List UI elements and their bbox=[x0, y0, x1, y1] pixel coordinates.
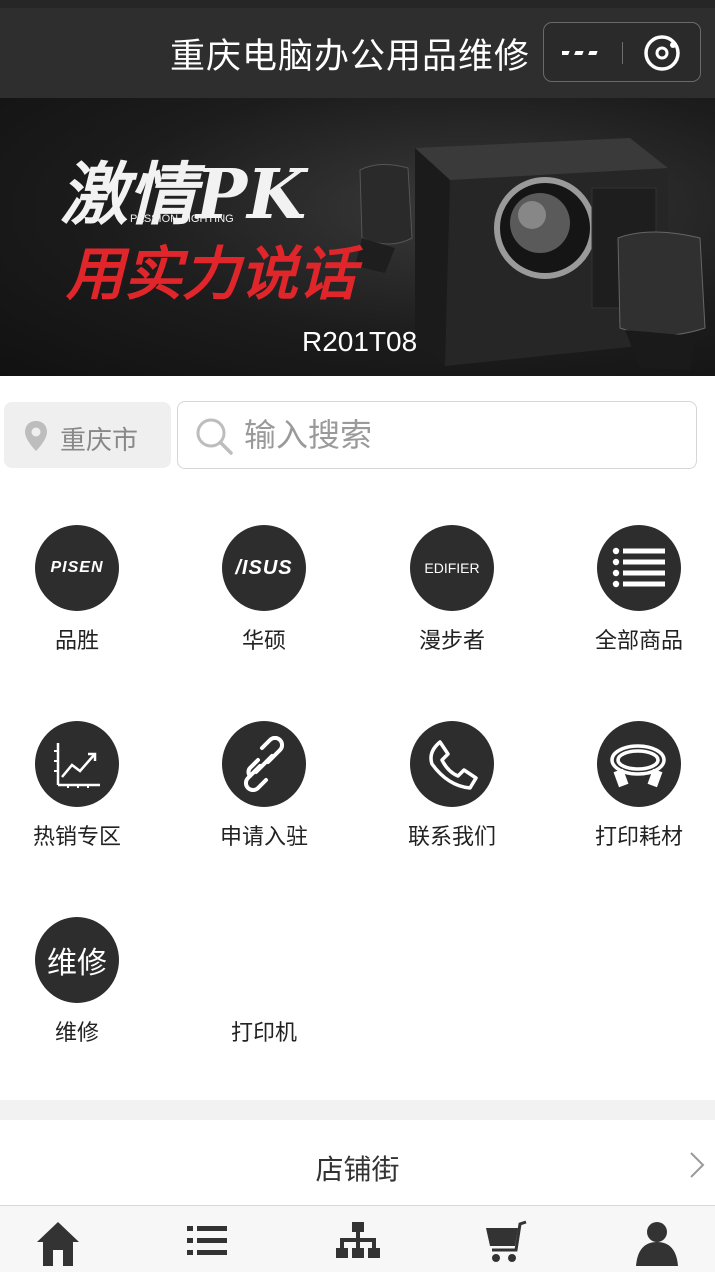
category-item-pisen[interactable]: PISEN 品胜 bbox=[0, 525, 167, 675]
cable-icon bbox=[597, 721, 681, 807]
cart-icon bbox=[485, 1220, 526, 1262]
asus-logo-icon: /ISUS bbox=[222, 525, 306, 611]
svg-text:用实力说话: 用实力说话 bbox=[65, 240, 364, 308]
tab-category[interactable] bbox=[286, 1206, 429, 1272]
tab-list[interactable] bbox=[135, 1206, 278, 1272]
promo-banner[interactable]: 激情PK PASSION FIGHTING 用实力说话 R201T08 bbox=[0, 98, 715, 376]
page-title: 重庆电脑办公用品维修 bbox=[169, 37, 530, 77]
category-label: 华硕 bbox=[241, 629, 286, 654]
svg-text:PASSION FIGHTING: PASSION FIGHTING bbox=[130, 213, 234, 225]
link-icon bbox=[222, 721, 306, 807]
category-label: 维修 bbox=[54, 1021, 99, 1046]
category-label: 申请入驻 bbox=[219, 825, 308, 850]
user-icon bbox=[635, 1222, 678, 1266]
search-icon bbox=[196, 418, 233, 455]
shop-street-title: 店铺街 bbox=[315, 1153, 400, 1186]
section-divider bbox=[0, 1100, 715, 1120]
list-icon bbox=[597, 525, 681, 611]
tab-profile[interactable] bbox=[585, 1206, 715, 1272]
category-item-print-supplies[interactable]: 打印耗材 bbox=[549, 721, 715, 871]
home-icon bbox=[36, 1222, 79, 1266]
status-strip bbox=[0, 0, 715, 8]
category-item-asus[interactable]: /ISUS 华硕 bbox=[174, 525, 354, 675]
list-icon bbox=[186, 1226, 227, 1255]
pisen-logo-icon: PISEN bbox=[35, 525, 119, 611]
location-pin-icon bbox=[25, 421, 47, 451]
category-label: 热销专区 bbox=[32, 825, 121, 850]
category-label: 品胜 bbox=[54, 629, 99, 654]
category-item-all-products[interactable]: 全部商品 bbox=[549, 525, 715, 675]
category-item-hot-sales[interactable]: 热销专区 bbox=[0, 721, 167, 871]
top-bar: 重庆电脑办公用品维修 bbox=[0, 0, 715, 98]
category-item-printer[interactable]: 打印机 bbox=[174, 917, 354, 1067]
category-label: 联系我们 bbox=[407, 825, 496, 850]
edifier-logo-icon: EDIFIER bbox=[410, 525, 494, 611]
chevron-right-icon bbox=[690, 1152, 705, 1178]
bottom-tab-bar bbox=[0, 1206, 715, 1272]
city-label: 重庆市 bbox=[60, 426, 139, 456]
shop-street-row[interactable]: 店铺街 bbox=[0, 1120, 715, 1206]
category-item-contact-us[interactable]: 联系我们 bbox=[362, 721, 542, 871]
close-icon[interactable] bbox=[642, 33, 682, 73]
more-icon[interactable] bbox=[562, 39, 610, 67]
category-item-repair[interactable]: 维修 维修 bbox=[0, 917, 167, 1067]
city-selector[interactable]: 重庆市 bbox=[4, 402, 171, 468]
category-label: 打印机 bbox=[230, 1021, 297, 1046]
category-label: 漫步者 bbox=[418, 629, 485, 654]
tab-home[interactable] bbox=[0, 1206, 129, 1272]
banner-model-text: R201T08 bbox=[302, 326, 418, 357]
search-bar[interactable] bbox=[177, 401, 697, 469]
miniprogram-capsule bbox=[543, 22, 701, 82]
trend-chart-icon bbox=[35, 721, 119, 807]
category-tree-icon bbox=[335, 1222, 380, 1258]
phone-icon bbox=[410, 721, 494, 807]
category-item-apply-join[interactable]: 申请入驻 bbox=[174, 721, 354, 871]
category-label: 全部商品 bbox=[594, 629, 683, 654]
category-label: 打印耗材 bbox=[594, 825, 683, 850]
capsule-divider bbox=[622, 42, 623, 64]
tab-cart[interactable] bbox=[435, 1206, 578, 1272]
repair-text-icon: 维修 bbox=[35, 917, 119, 1003]
category-item-edifier[interactable]: EDIFIER 漫步者 bbox=[362, 525, 542, 675]
search-input[interactable] bbox=[244, 412, 674, 458]
